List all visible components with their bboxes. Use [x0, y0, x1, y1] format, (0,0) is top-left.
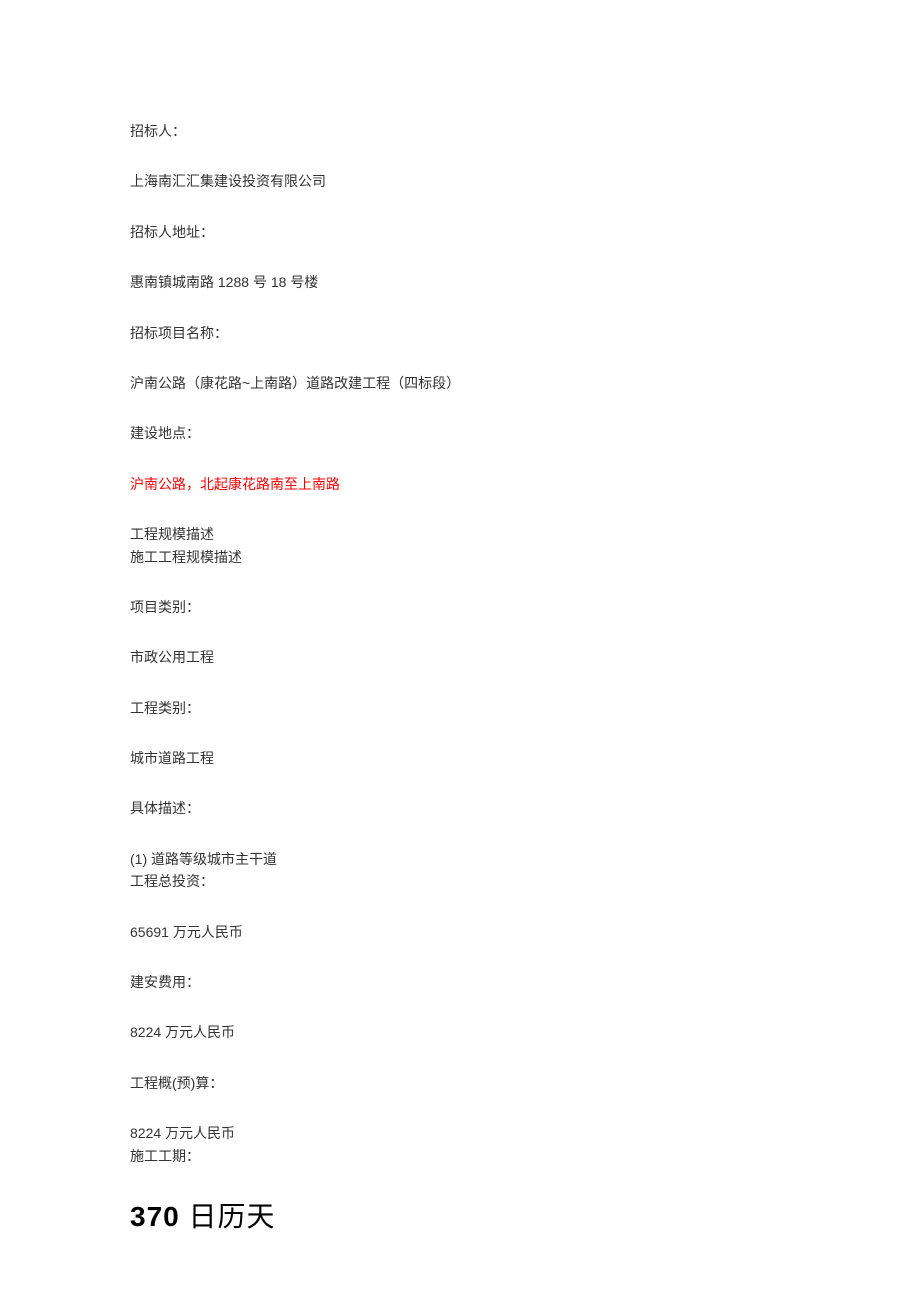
label-tenderer-address: 招标人地址：	[130, 221, 790, 243]
value-project-name: 沪南公路（康花路~上南路）道路改建工程（四标段）	[130, 372, 790, 394]
label-project-name: 招标项目名称：	[130, 322, 790, 344]
value-engineering-category: 城市道路工程	[130, 747, 790, 769]
value-tenderer: 上海南汇汇集建设投资有限公司	[130, 170, 790, 192]
label-scale-desc1: 工程规模描述	[130, 523, 790, 545]
label-tenderer: 招标人：	[130, 120, 790, 142]
label-engineering-category: 工程类别：	[130, 697, 790, 719]
label-total-investment: 工程总投资：	[130, 870, 790, 892]
label-construction-location: 建设地点：	[130, 422, 790, 444]
value-construction-cost: 8224 万元人民币	[130, 1021, 790, 1043]
value-tenderer-address: 惠南镇城南路 1288 号 18 号楼	[130, 271, 790, 293]
detail-investment-group: (1) 道路等级城市主干道 工程总投资：	[130, 848, 790, 893]
duration-number: 370	[130, 1201, 180, 1232]
value-detail-desc: (1) 道路等级城市主干道	[130, 848, 790, 870]
value-duration: 370 日历天	[130, 1195, 790, 1235]
label-project-category: 项目类别：	[130, 596, 790, 618]
label-construction-cost: 建安费用：	[130, 971, 790, 993]
value-construction-location: 沪南公路，北起康花路南至上南路	[130, 473, 790, 495]
label-budget: 工程概(预)算：	[130, 1072, 790, 1094]
value-budget: 8224 万元人民币	[130, 1122, 790, 1144]
budget-duration-group: 8224 万元人民币 施工工期：	[130, 1122, 790, 1167]
label-duration: 施工工期：	[130, 1145, 790, 1167]
value-total-investment: 65691 万元人民币	[130, 921, 790, 943]
label-scale-desc2: 施工工程规模描述	[130, 546, 790, 568]
scale-description-group: 工程规模描述 施工工程规模描述	[130, 523, 790, 568]
duration-unit: 日历天	[180, 1201, 276, 1232]
label-detail-desc: 具体描述：	[130, 797, 790, 819]
value-project-category: 市政公用工程	[130, 646, 790, 668]
